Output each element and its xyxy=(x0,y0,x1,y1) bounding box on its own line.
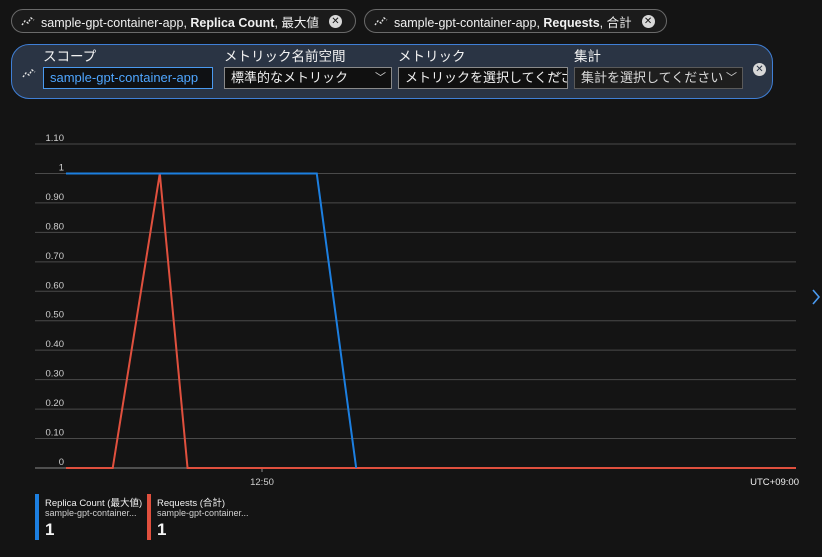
y-tick-label: 0.10 xyxy=(46,428,65,439)
metric-field: メトリック メトリックを選択してくださ ﹀ xyxy=(398,49,568,89)
scope-label: スコープ xyxy=(43,49,97,64)
y-tick-label: 0.60 xyxy=(46,280,65,291)
legend-name: Replica Count (最大値) xyxy=(45,498,143,509)
y-tick-label: 0.30 xyxy=(46,369,65,380)
metric-editor: スコープ sample-gpt-container-app メトリック名前空間 … xyxy=(11,44,773,99)
y-tick-label: 0.90 xyxy=(46,192,65,203)
y-tick-label: 0.50 xyxy=(46,310,65,321)
scope-input[interactable]: sample-gpt-container-app xyxy=(43,67,213,89)
line-chart-icon xyxy=(22,69,36,78)
pill-label: sample-gpt-container-app, Requests, 合計 xyxy=(394,15,632,30)
metric-chart: 1.10 1 0.90 0.80 0.70 0.60 0.50 0.40 0.30 0.20 0.1… xyxy=(35,133,799,488)
timezone-label: UTC+09:00 xyxy=(750,477,799,488)
close-icon[interactable]: ✕ xyxy=(641,14,655,28)
aggregation-select[interactable]: 集計を選択してください ﹀ xyxy=(574,67,743,89)
legend-item-replica-count[interactable]: Replica Count (最大値) sample-gpt-container… xyxy=(35,494,145,540)
metric-label: メトリック xyxy=(398,49,466,64)
legend-item-requests[interactable]: Requests (合計) sample-gpt-container... 1 xyxy=(147,494,257,540)
metric-pill-requests[interactable]: sample-gpt-container-app, Requests, 合計 ✕ xyxy=(364,9,667,33)
aggregation-label: 集計 xyxy=(574,49,601,64)
y-tick-label: 0.80 xyxy=(46,221,65,232)
chevron-down-icon: ﹀ xyxy=(375,72,386,84)
legend-value: 1 xyxy=(157,520,167,539)
namespace-select[interactable]: 標準的なメトリック ﹀ xyxy=(224,67,392,89)
close-icon[interactable]: ✕ xyxy=(328,14,342,28)
legend-resource: sample-gpt-container... xyxy=(157,508,249,518)
pill-label: sample-gpt-container-app, Replica Count,… xyxy=(41,15,319,30)
legend-name: Requests (合計) xyxy=(157,498,226,509)
legend-color-bar xyxy=(35,494,39,540)
chevron-right-icon[interactable] xyxy=(811,288,821,306)
legend-color-bar xyxy=(147,494,151,540)
chevron-down-icon: ﹀ xyxy=(551,72,562,84)
scope-field: スコープ sample-gpt-container-app xyxy=(43,49,213,89)
y-tick-label: 1.10 xyxy=(46,133,65,144)
y-tick-label: 0 xyxy=(59,457,64,468)
legend-resource: sample-gpt-container... xyxy=(45,508,137,518)
y-tick-label: 0.70 xyxy=(46,251,65,262)
y-tick-label: 0.20 xyxy=(46,398,65,409)
line-chart-icon xyxy=(21,17,35,26)
line-chart-icon xyxy=(374,17,388,26)
aggregation-field: 集計 集計を選択してください ﹀ xyxy=(574,49,743,89)
metric-pill-replica-count[interactable]: sample-gpt-container-app, Replica Count,… xyxy=(11,9,356,33)
x-tick-label: 12:50 xyxy=(250,477,274,488)
legend-value: 1 xyxy=(45,520,55,539)
y-tick-label: 0.40 xyxy=(46,339,65,350)
namespace-label: メトリック名前空間 xyxy=(224,49,346,64)
close-icon[interactable]: ✕ xyxy=(753,63,766,76)
metric-select[interactable]: メトリックを選択してくださ ﹀ xyxy=(398,67,568,89)
namespace-field: メトリック名前空間 標準的なメトリック ﹀ xyxy=(224,49,392,89)
y-tick-label: 1 xyxy=(59,162,64,173)
chevron-down-icon: ﹀ xyxy=(726,72,737,84)
